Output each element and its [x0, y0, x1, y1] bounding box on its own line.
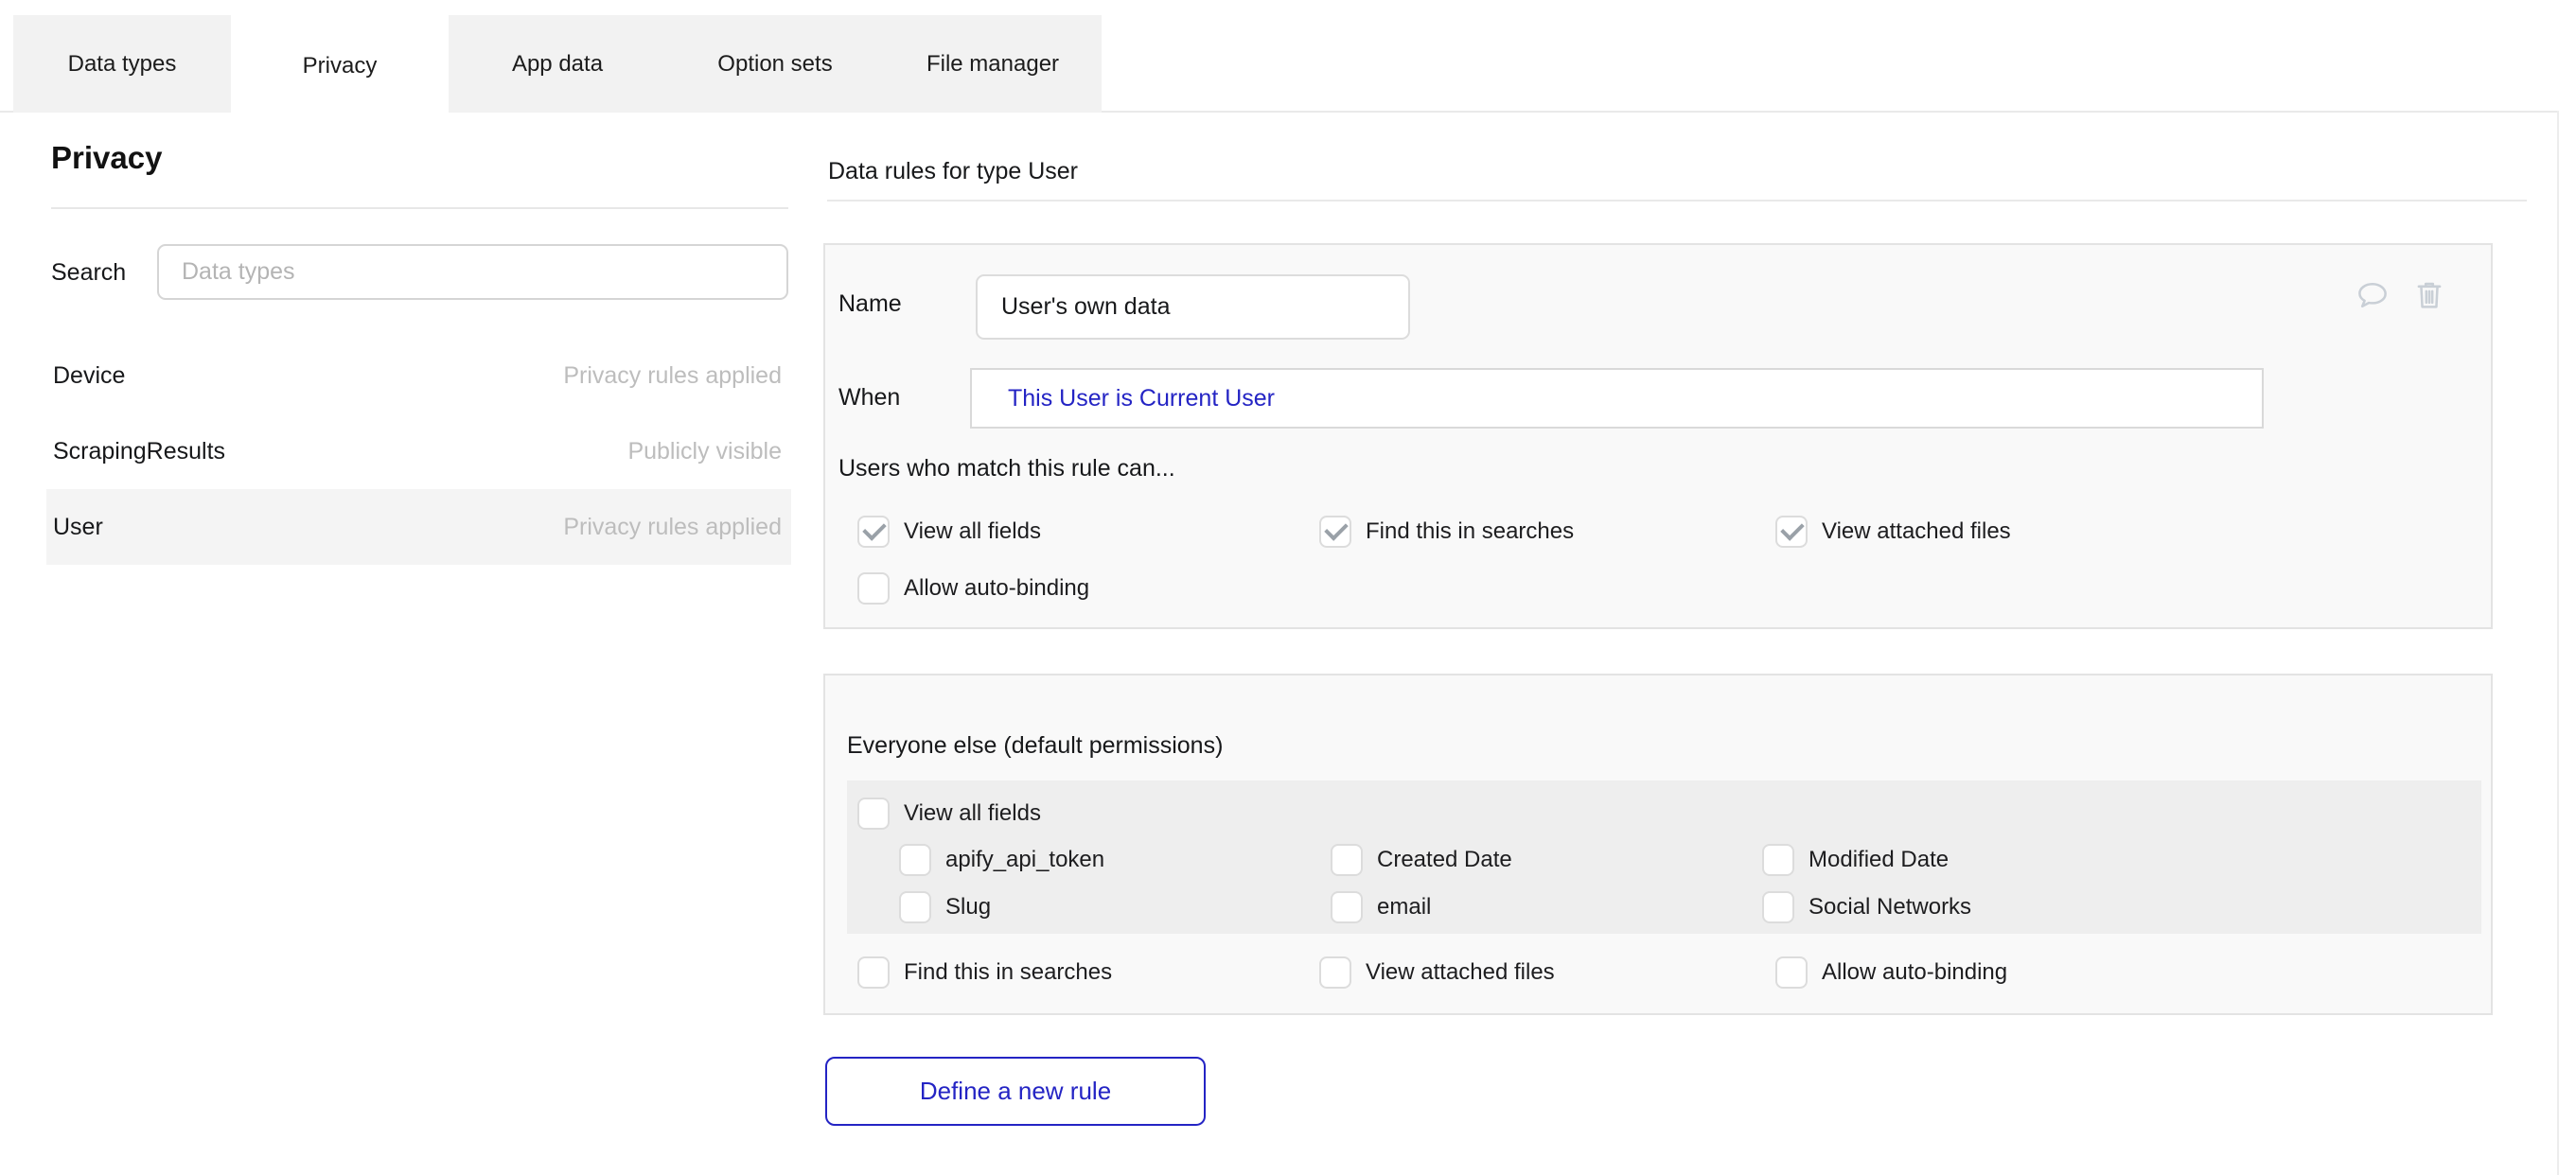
data-type-status: Publicly visible	[627, 438, 782, 465]
rules-header: Data rules for type User	[828, 158, 1078, 185]
tab-label: App data	[512, 51, 603, 78]
checkbox-icon	[1775, 956, 1808, 989]
checkbox-icon	[1762, 844, 1794, 876]
tab-app-data[interactable]: App data	[449, 15, 666, 113]
when-condition-box[interactable]: This User is Current User	[970, 368, 2264, 429]
checkbox-field-social-networks[interactable]: Social Networks	[1762, 891, 1971, 923]
checkbox-label: Find this in searches	[904, 959, 1112, 986]
checkbox-view-all-fields[interactable]: View all fields	[857, 798, 1041, 830]
data-type-name: ScrapingResults	[53, 438, 225, 465]
default-permissions-title: Everyone else (default permissions)	[847, 732, 1223, 760]
privacy-rule-card: Name When This User is Current User User	[823, 243, 2493, 629]
checkbox-icon	[1775, 516, 1808, 548]
checkbox-icon	[1331, 844, 1363, 876]
list-item-user[interactable]: User Privacy rules applied	[46, 489, 791, 565]
page-title: Privacy	[51, 140, 162, 176]
match-rule-text: Users who match this rule can...	[838, 455, 1175, 482]
checkbox-icon	[857, 516, 890, 548]
checkbox-icon	[857, 798, 890, 830]
trash-icon[interactable]	[2411, 277, 2447, 313]
tab-label: Option sets	[717, 51, 832, 78]
checkbox-icon	[1762, 891, 1794, 923]
checkbox-field-modified-date[interactable]: Modified Date	[1762, 844, 1949, 876]
checkbox-label: apify_api_token	[945, 847, 1104, 873]
checkbox-label: Social Networks	[1808, 894, 1971, 921]
checkbox-label: Modified Date	[1808, 847, 1949, 873]
checkbox-field-created-date[interactable]: Created Date	[1331, 844, 1512, 876]
tab-label: Data types	[68, 51, 177, 78]
checkbox-allow-auto-binding[interactable]: Allow auto-binding	[1775, 956, 2007, 989]
checkbox-label: Created Date	[1377, 847, 1512, 873]
checkbox-icon	[857, 956, 890, 989]
checkbox-find-in-searches[interactable]: Find this in searches	[1319, 516, 1574, 548]
list-item-device[interactable]: Device Privacy rules applied	[46, 338, 791, 413]
content-right-border	[2557, 111, 2559, 1175]
name-label: Name	[838, 290, 902, 318]
checkbox-label: View attached files	[1366, 959, 1555, 986]
privacy-settings-screen: Data types Privacy App data Option sets …	[0, 0, 2576, 1175]
checkbox-field-email[interactable]: email	[1331, 891, 1431, 923]
checkbox-view-attached-files[interactable]: View attached files	[1319, 956, 1555, 989]
checkbox-find-in-searches[interactable]: Find this in searches	[857, 956, 1112, 989]
list-item-scrapingresults[interactable]: ScrapingResults Publicly visible	[46, 413, 791, 489]
when-label: When	[838, 384, 900, 412]
tab-privacy[interactable]: Privacy	[231, 15, 449, 116]
rule-actions	[2355, 277, 2447, 313]
data-type-name: Device	[53, 362, 125, 390]
checkbox-icon	[1331, 891, 1363, 923]
checkbox-label: Slug	[945, 894, 991, 921]
search-label: Search	[51, 259, 126, 287]
checkbox-label: Find this in searches	[1366, 518, 1574, 545]
checkbox-icon	[1319, 516, 1351, 548]
checkbox-label: Allow auto-binding	[904, 575, 1089, 602]
tab-bar: Data types Privacy App data Option sets …	[13, 15, 1102, 113]
title-divider	[51, 207, 788, 209]
checkbox-icon	[899, 844, 931, 876]
when-condition-text: This User is Current User	[1008, 385, 1275, 412]
define-new-rule-button[interactable]: Define a new rule	[825, 1057, 1206, 1126]
checkbox-icon	[857, 572, 890, 605]
checkbox-icon	[1319, 956, 1351, 989]
tab-label: Privacy	[303, 53, 378, 79]
tab-data-types[interactable]: Data types	[13, 15, 231, 113]
checkbox-label: View all fields	[904, 518, 1041, 545]
checkbox-field-slug[interactable]: Slug	[899, 891, 991, 923]
checkbox-allow-auto-binding[interactable]: Allow auto-binding	[857, 572, 1089, 605]
rule-name-input[interactable]	[976, 274, 1410, 340]
search-input[interactable]	[157, 244, 788, 300]
checkbox-view-attached-files[interactable]: View attached files	[1775, 516, 2011, 548]
checkbox-field-apify-api-token[interactable]: apify_api_token	[899, 844, 1104, 876]
comment-icon[interactable]	[2355, 277, 2391, 313]
tab-option-sets[interactable]: Option sets	[666, 15, 884, 113]
checkbox-label: Allow auto-binding	[1822, 959, 2007, 986]
checkbox-label: View all fields	[904, 800, 1041, 827]
default-permissions-card: Everyone else (default permissions) View…	[823, 674, 2493, 1015]
data-type-status: Privacy rules applied	[563, 362, 782, 390]
tab-file-manager[interactable]: File manager	[884, 15, 1102, 113]
rules-header-divider	[827, 200, 2527, 202]
data-type-name: User	[53, 514, 103, 541]
checkbox-label: View attached files	[1822, 518, 2011, 545]
checkbox-icon	[899, 891, 931, 923]
tab-label: File manager	[926, 51, 1059, 78]
checkbox-label: email	[1377, 894, 1431, 921]
checkbox-view-all-fields[interactable]: View all fields	[857, 516, 1041, 548]
data-type-status: Privacy rules applied	[563, 514, 782, 541]
